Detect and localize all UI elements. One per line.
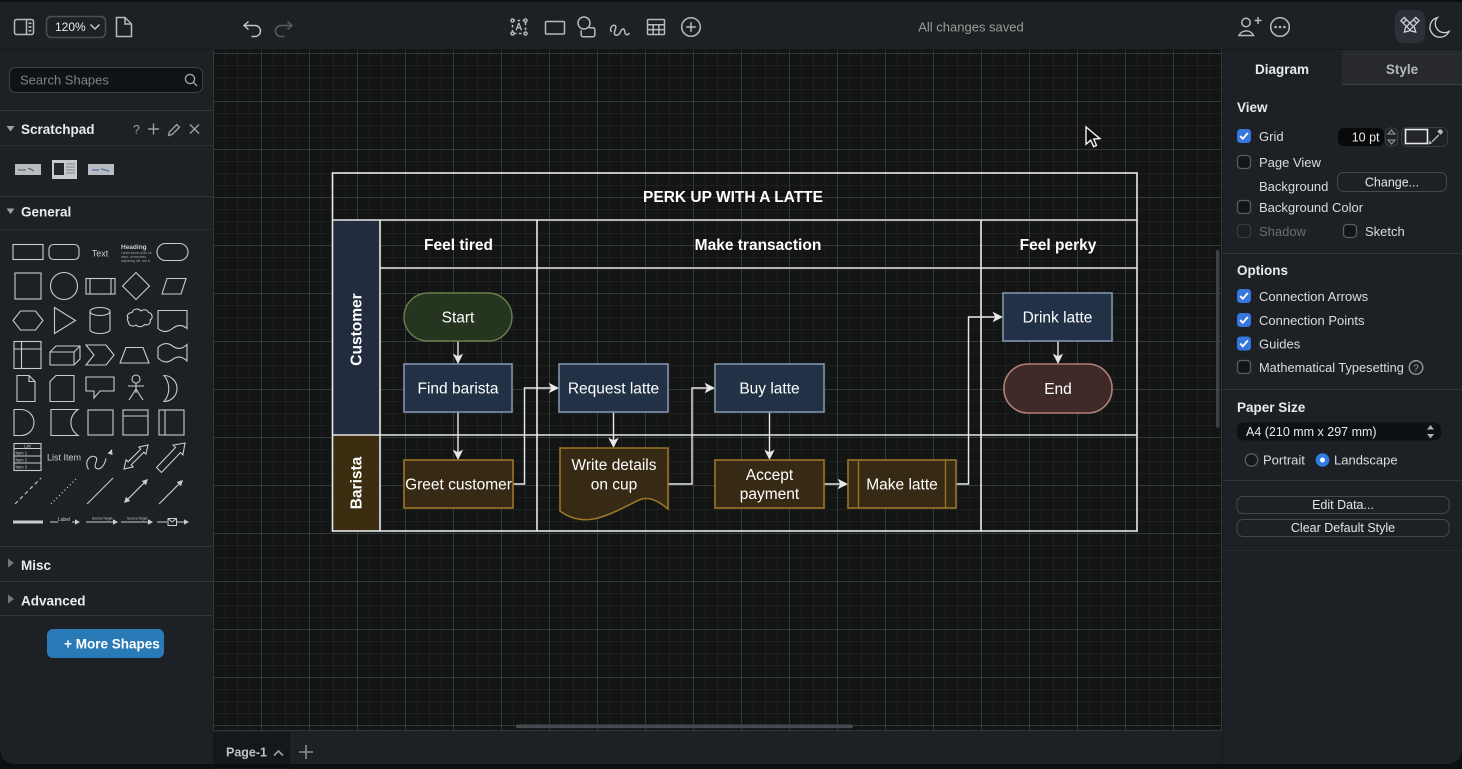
svg-text:Drink latte: Drink latte (1023, 310, 1093, 327)
svg-text:Request latte: Request latte (568, 381, 659, 398)
svg-text:adipiscing elit, sed in: adipiscing elit, sed in (121, 259, 151, 263)
svg-text:Sketch: Sketch (1365, 224, 1405, 239)
svg-text:View: View (1237, 100, 1268, 115)
svg-text:Landscape: Landscape (1334, 453, 1398, 468)
svg-text:Search Shapes: Search Shapes (20, 73, 109, 88)
svg-text:120%: 120% (55, 20, 86, 34)
svg-text:Advanced: Advanced (21, 594, 86, 609)
svg-text:Source: Source (92, 517, 103, 521)
svg-text:All changes saved: All changes saved (918, 20, 1024, 35)
svg-text:Target: Target (138, 517, 147, 521)
svg-text:Shadow: Shadow (1259, 224, 1307, 239)
svg-text:Connection Points: Connection Points (1259, 313, 1365, 328)
svg-text:Paper Size: Paper Size (1237, 400, 1306, 415)
svg-text:Clear Default Style: Clear Default Style (1291, 521, 1395, 535)
svg-text:Edit Data...: Edit Data... (1312, 498, 1374, 512)
svg-text:Connection Arrows: Connection Arrows (1259, 289, 1369, 304)
svg-text:10 pt: 10 pt (1352, 131, 1380, 145)
svg-text:Style: Style (1386, 62, 1419, 77)
svg-text:Text: Text (92, 249, 109, 259)
svg-text:Grid: Grid (1259, 129, 1284, 144)
svg-text:A4 (210 mm x 297 mm): A4 (210 mm x 297 mm) (1246, 425, 1377, 439)
svg-text:Background: Background (1259, 179, 1328, 194)
svg-text:Buy latte: Buy latte (739, 381, 799, 398)
svg-text:Target: Target (103, 517, 112, 521)
svg-text:Background Color: Background Color (1259, 200, 1364, 215)
svg-text:Item 2: Item 2 (16, 458, 28, 463)
svg-text:Make transaction: Make transaction (695, 237, 822, 254)
svg-text:Page View: Page View (1259, 155, 1322, 170)
svg-text:?: ? (1413, 364, 1419, 375)
svg-text:Write details: Write details (572, 457, 657, 474)
svg-text:Misc: Misc (21, 558, 52, 573)
svg-text:Source: Source (127, 517, 138, 521)
svg-text:Scratchpad: Scratchpad (21, 122, 95, 137)
svg-text:Guides: Guides (1259, 337, 1301, 352)
svg-text:Accept: Accept (746, 467, 794, 484)
svg-text:Make latte: Make latte (866, 477, 938, 494)
svg-text:Mathematical Typesetting: Mathematical Typesetting (1259, 360, 1404, 375)
svg-text:Item 1: Item 1 (16, 451, 28, 456)
svg-text:on cup: on cup (591, 477, 638, 494)
svg-text:End: End (1044, 381, 1072, 398)
svg-text:General: General (21, 205, 71, 220)
svg-text:Feel tired: Feel tired (424, 237, 493, 254)
svg-text:?: ? (133, 123, 140, 137)
svg-text:Greet customer: Greet customer (405, 477, 512, 494)
svg-text:Feel perky: Feel perky (1020, 237, 1097, 254)
svg-text:+ More Shapes: + More Shapes (64, 637, 160, 652)
svg-text:Diagram: Diagram (1255, 62, 1309, 77)
svg-text:Label: Label (58, 517, 70, 523)
svg-text:Item 3: Item 3 (16, 465, 28, 470)
svg-text:Start: Start (442, 310, 475, 327)
svg-text:Customer: Customer (349, 293, 366, 365)
svg-text:Change...: Change... (1365, 176, 1419, 190)
svg-text:Options: Options (1237, 263, 1288, 278)
svg-text:Portrait: Portrait (1263, 453, 1305, 468)
svg-text:List Item: List Item (47, 453, 81, 463)
svg-text:Heading: Heading (121, 244, 147, 251)
svg-text:List: List (24, 444, 31, 449)
svg-text:Page-1: Page-1 (226, 746, 267, 760)
svg-text:payment: payment (740, 486, 800, 503)
svg-text:PERK UP WITH A LATTE: PERK UP WITH A LATTE (643, 189, 823, 206)
svg-text:Barista: Barista (349, 456, 366, 509)
svg-text:Find barista: Find barista (418, 381, 499, 398)
